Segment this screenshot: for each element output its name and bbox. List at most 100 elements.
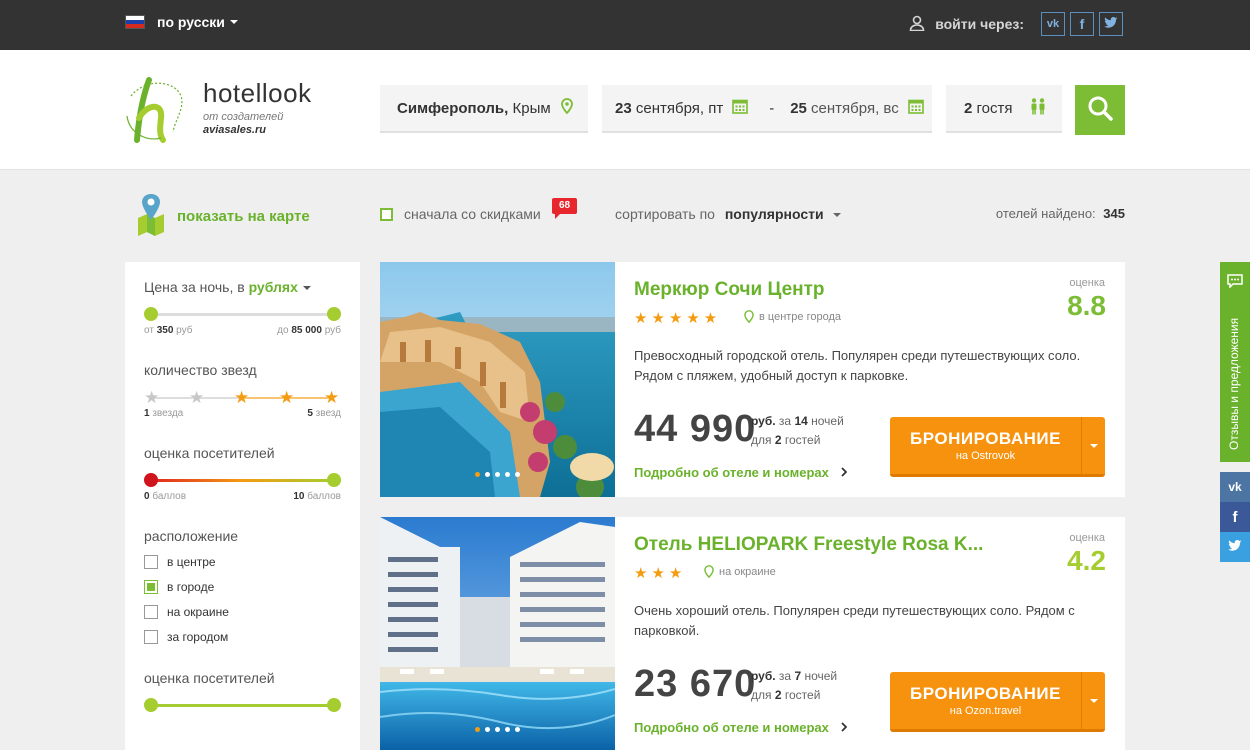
sort-value: популярности — [724, 206, 824, 222]
location-option-city[interactable]: в городе — [144, 580, 341, 594]
hotel-details-link[interactable]: Подробно об отеле и номерах — [634, 720, 847, 735]
search-button[interactable] — [1075, 85, 1125, 135]
chevron-right-icon — [840, 720, 847, 735]
star-4-icon[interactable]: ★ — [279, 389, 294, 406]
book-provider: на Ozon.travel — [949, 705, 1022, 717]
hotel-price: 44 990 — [634, 408, 757, 450]
hotel-details-link[interactable]: Подробно об отеле и номерах — [634, 465, 847, 480]
filter-bar: показать на карте сначала со скидками 68… — [0, 190, 1250, 240]
calendar-icon — [907, 98, 924, 118]
date-from[interactable]: 23 сентября, пт — [615, 98, 749, 118]
guests-icon — [1030, 97, 1046, 119]
location-checkbox[interactable] — [144, 630, 158, 644]
vk-share-button[interactable]: vk — [1220, 472, 1250, 502]
show-on-map-link[interactable]: показать на карте — [125, 192, 310, 240]
feedback-label: Отзывы и предложения — [1227, 317, 1241, 450]
location-checkbox-checked[interactable] — [144, 580, 158, 594]
location-option-label: на окраине — [167, 605, 229, 619]
date-to[interactable]: 25 сентября, вс — [790, 98, 924, 118]
rating-2-max-handle[interactable] — [327, 698, 341, 712]
logo-subtitle: от создателей aviasales.ru — [203, 111, 312, 137]
date-from-rest: сентября, пт — [631, 99, 724, 117]
destination-field[interactable]: Симферополь, Крым — [380, 85, 588, 133]
rating-filter-title: оценка посетителей — [144, 445, 275, 461]
language-selector[interactable]: по русски — [125, 14, 238, 30]
hotel-location-text: на окраине — [719, 565, 776, 578]
found-count: 345 — [1103, 206, 1125, 221]
currency-selector[interactable]: рублях — [249, 279, 298, 295]
guests-field[interactable]: 2 гостя — [946, 85, 1062, 133]
photo-carousel-dots[interactable] — [475, 472, 525, 477]
hotellook-logo[interactable] — [125, 76, 187, 149]
location-pin-icon — [704, 565, 714, 578]
star-2-icon[interactable]: ★ — [189, 389, 204, 406]
price-max-handle[interactable] — [327, 307, 341, 321]
facebook-login-button[interactable]: f — [1070, 12, 1094, 36]
price-max-label: до 85 000 руб — [277, 325, 341, 336]
logo-sub-line1: от создателей — [203, 111, 284, 123]
sort-selector[interactable]: сортировать по популярности — [615, 206, 841, 222]
hotel-card[interactable]: Меркюр Сочи Центр ★★★★★ в центре города … — [380, 262, 1125, 497]
hotel-name[interactable]: Отель HELIOPARK Freestyle Rosa K... — [634, 534, 983, 556]
map-link-label: показать на карте — [177, 207, 310, 225]
hotel-price: 23 670 — [634, 663, 757, 705]
book-button[interactable]: БРОНИРОВАНИЕ на Ostrovok — [890, 417, 1105, 477]
rating-max-handle[interactable] — [327, 473, 341, 487]
vk-login-button[interactable]: vk — [1041, 12, 1065, 36]
rating-max-label: 10 баллов — [293, 491, 341, 502]
price-details: руб. за 14 ночей для 2 гостей — [751, 414, 844, 447]
rating-label: оценка — [1069, 532, 1105, 544]
map-icon — [137, 192, 165, 240]
rating-slider-2-track — [150, 704, 335, 707]
star-5-icon[interactable]: ★ — [324, 389, 339, 406]
location-checkbox[interactable] — [144, 555, 158, 569]
hotel-photo[interactable] — [380, 262, 615, 497]
price-min-handle[interactable] — [144, 307, 158, 321]
language-label: по русски — [157, 14, 225, 30]
hotel-photo[interactable] — [380, 517, 615, 750]
twitter-share-button[interactable] — [1220, 532, 1250, 562]
location-option-outskirts[interactable]: на окраине — [144, 605, 341, 619]
stars-max-label: 5 звезд — [307, 408, 341, 419]
location-option-center[interactable]: в центре — [144, 555, 341, 569]
rating-slider-2[interactable] — [144, 698, 341, 712]
price-slider[interactable] — [144, 307, 341, 321]
location-filter-title: расположение — [144, 528, 239, 544]
filters-sidebar: Цена за ночь, в рублях от 350 руб до 85 … — [125, 262, 360, 750]
stars-slider[interactable]: ★ ★ ★ ★ ★ — [144, 389, 341, 406]
rating-slider[interactable] — [144, 473, 341, 487]
rating-2-min-handle[interactable] — [144, 698, 158, 712]
hotel-card[interactable]: Отель HELIOPARK Freestyle Rosa K... ★★★ … — [380, 517, 1125, 750]
location-checkbox[interactable] — [144, 605, 158, 619]
book-button[interactable]: БРОНИРОВАНИЕ на Ozon.travel — [890, 672, 1105, 732]
hotel-description: Превосходный городской отель. Популярен … — [634, 348, 1081, 383]
discount-checkbox[interactable] — [380, 207, 393, 221]
star-1-icon[interactable]: ★ — [144, 389, 159, 406]
book-button-label: БРОНИРОВАНИЕ — [910, 429, 1061, 448]
stars-range-labels: 1 звезда 5 звезд — [144, 408, 341, 419]
rating-range-labels: 0 баллов 10 баллов — [144, 491, 341, 502]
book-provider: на Ostrovok — [955, 450, 1016, 462]
vk-icon: vk — [1228, 480, 1242, 494]
location-option-outside-city[interactable]: за городом — [144, 630, 341, 644]
feedback-tab[interactable]: Отзывы и предложения — [1220, 262, 1250, 462]
login-block: войти через: vk f — [909, 12, 1123, 36]
hotel-rating: 8.8 — [1067, 290, 1106, 321]
twitter-login-button[interactable] — [1099, 12, 1123, 36]
rating-min-handle[interactable] — [144, 473, 158, 487]
facebook-share-button[interactable]: f — [1220, 502, 1250, 532]
photo-carousel-dots[interactable] — [475, 727, 525, 732]
hotel-name[interactable]: Меркюр Сочи Центр — [634, 279, 825, 301]
dates-field[interactable]: 23 сентября, пт - 25 сентября, вс — [602, 85, 932, 133]
facebook-icon: f — [1232, 508, 1238, 526]
book-options-dropdown[interactable] — [1081, 417, 1105, 474]
sort-label: сортировать по — [615, 206, 715, 222]
guests-label: гостя — [972, 99, 1013, 117]
hotel-stars: ★★★ — [634, 565, 687, 582]
discount-filter[interactable]: сначала со скидками — [380, 206, 541, 222]
book-options-dropdown[interactable] — [1081, 672, 1105, 729]
search-icon — [1087, 95, 1113, 126]
star-3-icon[interactable]: ★ — [234, 389, 249, 406]
user-icon — [909, 15, 925, 34]
chevron-down-icon — [302, 286, 311, 291]
